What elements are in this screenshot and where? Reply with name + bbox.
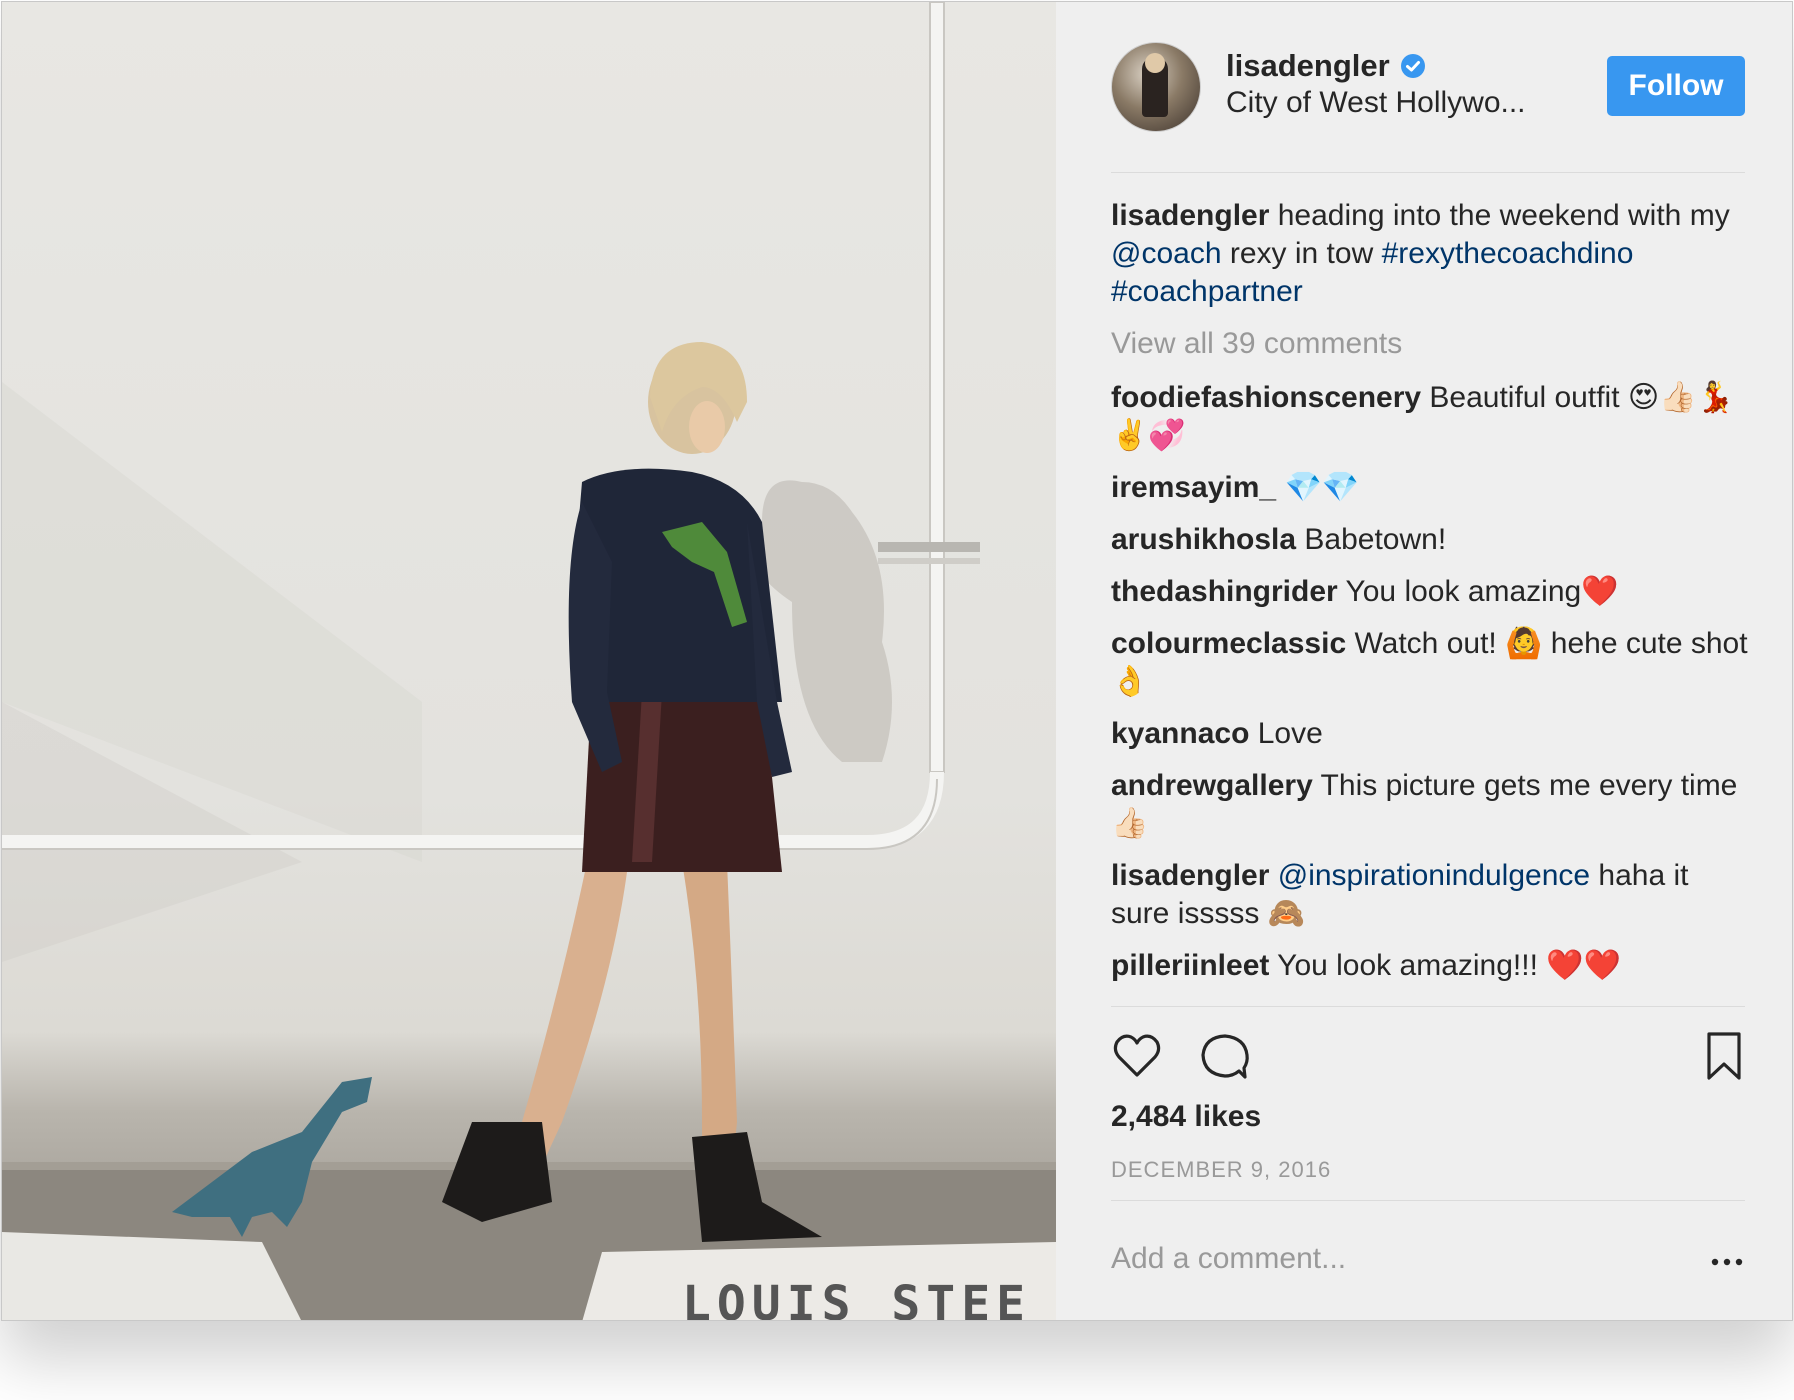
- comment-text: Babetown!: [1296, 523, 1447, 556]
- view-all-comments-link[interactable]: View all 39 comments: [1111, 325, 1751, 363]
- comments-list: lisadengler heading into the weekend wit…: [1111, 197, 1751, 1002]
- comment: andrewgallery This picture gets me every…: [1111, 767, 1751, 843]
- post-photo[interactable]: LOUIS STEE: [2, 2, 1056, 1321]
- comment-username[interactable]: foodiefashionscenery: [1111, 381, 1421, 414]
- comment-text: You look amazing!!! ❤️❤️: [1269, 949, 1621, 982]
- comment: foodiefashionscenery Beautiful outfit 😍👍…: [1111, 379, 1751, 455]
- post-date: DECEMBER 9, 2016: [1111, 1157, 1332, 1182]
- avatar[interactable]: [1111, 42, 1201, 132]
- caption-username[interactable]: lisadengler: [1111, 199, 1269, 232]
- comment-icon[interactable]: [1199, 1030, 1251, 1082]
- comment: lisadengler @inspirationindulgence haha …: [1111, 857, 1751, 933]
- add-comment-input[interactable]: Add a comment...: [1111, 1242, 1346, 1276]
- sign-text: LOUIS STEE: [682, 1276, 1031, 1321]
- comment-username[interactable]: pilleriinleet: [1111, 949, 1269, 982]
- more-options-icon[interactable]: [1711, 1257, 1743, 1267]
- caption-mention[interactable]: @coach: [1111, 237, 1222, 270]
- photo-illustration: LOUIS STEE: [2, 2, 1056, 1321]
- caption-text: rexy in tow: [1221, 237, 1382, 270]
- comment-username[interactable]: iremsayim_: [1111, 471, 1276, 504]
- comment-username[interactable]: thedashingrider: [1111, 575, 1338, 608]
- bookmark-icon[interactable]: [1703, 1030, 1745, 1082]
- follow-button[interactable]: Follow: [1607, 56, 1745, 116]
- comment-username[interactable]: colourmeclassic: [1111, 627, 1346, 660]
- caption-hashtag[interactable]: #coachpartner: [1111, 275, 1303, 308]
- comment: arushikhosla Babetown!: [1111, 521, 1751, 559]
- action-bar: [1111, 1030, 1745, 1086]
- comment-text: Love: [1249, 717, 1323, 750]
- caption-text: heading into the weekend with my: [1269, 199, 1730, 232]
- comment-text: You look amazing❤️: [1337, 575, 1619, 608]
- comment-username[interactable]: kyannaco: [1111, 717, 1249, 750]
- comment-mention[interactable]: @inspirationindulgence: [1278, 859, 1590, 892]
- post-header: lisadengler City of West Hollywo... Foll…: [1111, 42, 1745, 134]
- comment-username[interactable]: andrewgallery: [1111, 769, 1313, 802]
- comment: kyannaco Love: [1111, 715, 1751, 753]
- actions-divider: [1111, 1006, 1745, 1007]
- header-divider: [1111, 172, 1745, 173]
- post-window: LOUIS STEE lisadengler City of West Holl…: [1, 1, 1793, 1321]
- comment: pilleriinleet You look amazing!!! ❤️❤️: [1111, 947, 1751, 985]
- heart-icon[interactable]: [1111, 1030, 1163, 1082]
- comment-divider: [1111, 1200, 1745, 1201]
- username-row: lisadengler: [1226, 48, 1426, 84]
- username[interactable]: lisadengler: [1226, 48, 1390, 84]
- comment: iremsayim_ 💎💎: [1111, 469, 1751, 507]
- post-side-panel: lisadengler City of West Hollywo... Foll…: [1056, 2, 1792, 1320]
- location[interactable]: City of West Hollywo...: [1226, 86, 1526, 120]
- comment: thedashingrider You look amazing❤️: [1111, 573, 1751, 611]
- comment-username[interactable]: lisadengler: [1111, 859, 1269, 892]
- caption-hashtag[interactable]: #rexythecoachdino: [1382, 237, 1634, 270]
- caption: lisadengler heading into the weekend wit…: [1111, 197, 1751, 311]
- comment-username[interactable]: arushikhosla: [1111, 523, 1296, 556]
- likes-count[interactable]: 2,484 likes: [1111, 1100, 1261, 1134]
- comment-text: 💎💎: [1276, 471, 1360, 504]
- comment: colourmeclassic Watch out! 🙆 hehe cute s…: [1111, 625, 1751, 701]
- verified-badge-icon: [1400, 54, 1425, 78]
